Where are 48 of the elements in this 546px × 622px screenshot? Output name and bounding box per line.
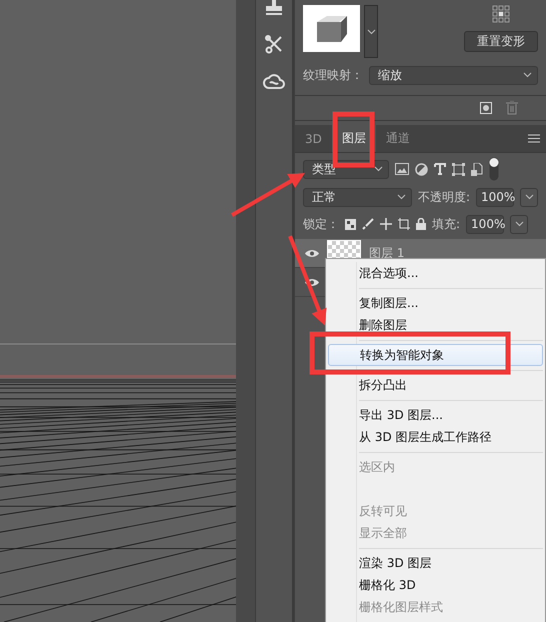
smart-object-icon[interactable]: [471, 162, 483, 176]
caret-icon: [366, 28, 376, 34]
blend-mode-select[interactable]: 正常: [303, 188, 412, 206]
menu-item[interactable]: 复制图层...: [328, 292, 543, 314]
checkerboard-icon[interactable]: [345, 218, 356, 230]
lock-icon[interactable]: [416, 218, 426, 230]
crop-icon[interactable]: [398, 218, 410, 230]
caret-icon: [396, 194, 406, 200]
fill-field[interactable]: 100%: [466, 214, 504, 234]
texture-mapping-label: 纹理映射：: [303, 66, 363, 84]
menu-item[interactable]: 渲染 3D 图层: [328, 552, 543, 574]
move-icon[interactable]: [380, 218, 392, 230]
panel-tab[interactable]: 3D: [295, 125, 332, 152]
reference-point-icon[interactable]: [492, 5, 510, 23]
adjustment-icon[interactable]: [415, 162, 428, 176]
caret-icon: [374, 166, 383, 172]
eye-icon[interactable]: [305, 278, 319, 286]
fill-dropdown[interactable]: [510, 214, 528, 234]
fill-label: 填充:: [432, 216, 460, 232]
menu-item[interactable]: 从 3D 图层生成工作路径: [328, 426, 543, 448]
type-icon[interactable]: [434, 163, 446, 175]
render-icon[interactable]: [480, 102, 492, 114]
lock-label: 锁定：: [303, 216, 339, 232]
image-icon[interactable]: [395, 163, 409, 175]
reset-transform-button[interactable]: 重置变形: [464, 31, 538, 52]
toggle-icon[interactable]: [489, 157, 499, 181]
menu-item[interactable]: 拆分凸出: [328, 374, 543, 396]
menu-item[interactable]: 导出 3D 图层...: [328, 404, 543, 426]
texture-mapping-select[interactable]: 缩放: [369, 66, 538, 84]
panel-tab[interactable]: 通道: [376, 125, 420, 152]
stamp-icon[interactable]: [264, 0, 284, 16]
opacity-field[interactable]: 100%: [476, 188, 514, 206]
cube-icon: [314, 14, 348, 44]
cloud-icon[interactable]: [263, 72, 285, 90]
menu-icon[interactable]: [528, 134, 540, 143]
caret-icon: [524, 194, 534, 200]
opacity-dropdown[interactable]: [520, 188, 538, 206]
caret-icon: [523, 72, 532, 78]
shape-icon[interactable]: [452, 162, 465, 176]
layer-name: 图层 1: [369, 244, 404, 262]
eye-icon[interactable]: [305, 248, 319, 258]
caret-icon: [514, 221, 524, 227]
menu-item[interactable]: 删除图层: [328, 314, 543, 336]
opacity-label: 不透明度:: [418, 188, 470, 206]
menu-item[interactable]: 转换为智能对象: [328, 344, 543, 366]
texture-thumbnail[interactable]: [303, 5, 360, 52]
brush-icon[interactable]: [362, 218, 374, 230]
menu-item[interactable]: 栅格化 3D: [328, 574, 543, 596]
